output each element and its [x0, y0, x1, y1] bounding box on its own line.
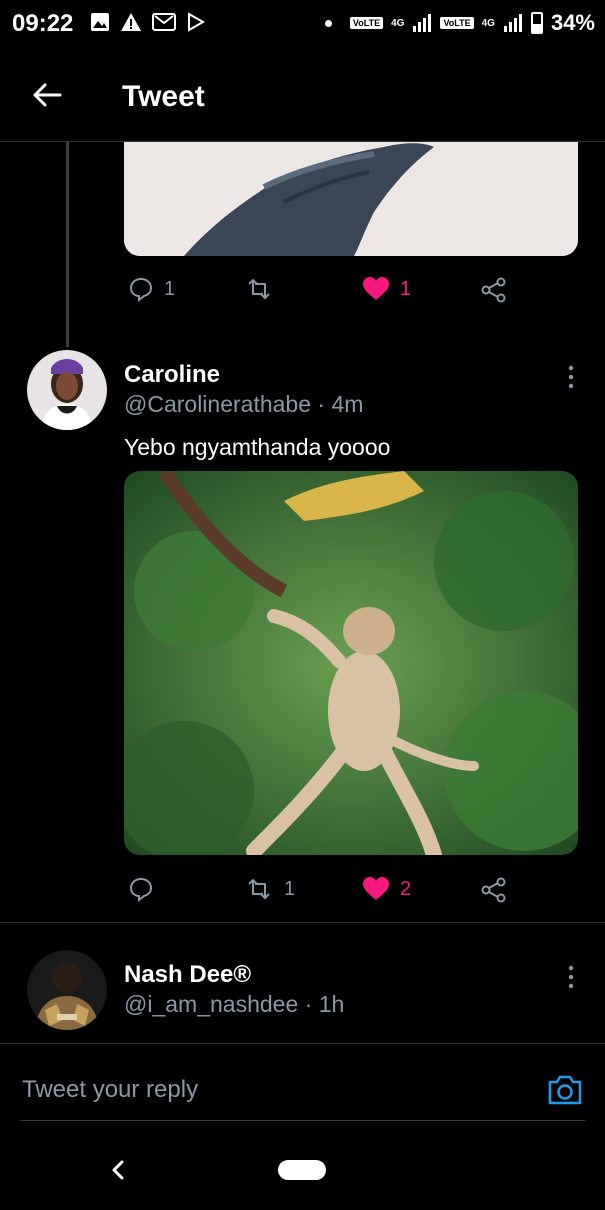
avatar-nash-dee[interactable]: [27, 950, 107, 1030]
warning-icon: [121, 13, 141, 31]
tweet-media-bird[interactable]: [124, 142, 578, 256]
timestamp: 4m: [331, 391, 364, 417]
reply-input[interactable]: Tweet your reply: [22, 1076, 198, 1104]
share-button[interactable]: [480, 876, 508, 904]
volte-badge-2: VoLTE: [440, 17, 474, 29]
reply-icon: [129, 877, 153, 902]
tweet-media-monkey[interactable]: [124, 471, 578, 855]
heart-filled-icon: [363, 877, 389, 900]
handle[interactable]: @Carolinerathabe: [124, 391, 311, 417]
bird-photo: [124, 142, 578, 256]
tweet-divider: [0, 922, 605, 923]
play-store-icon: [188, 12, 206, 32]
like-button[interactable]: 2: [362, 876, 411, 902]
tweet1-actions: 1 1: [124, 272, 524, 308]
retweet-icon: [248, 279, 270, 299]
handle[interactable]: @i_am_nashdee: [124, 991, 298, 1017]
handle-row: @i_am_nashdee · 1h: [124, 991, 344, 1018]
more-options-icon[interactable]: [566, 964, 576, 990]
volte-badge: VoLTE: [349, 17, 384, 29]
avatar-caroline[interactable]: [27, 350, 107, 430]
share-button[interactable]: [480, 276, 508, 304]
heart-filled-icon: [363, 277, 389, 300]
display-name[interactable]: Caroline: [124, 361, 220, 389]
status-time: 09:22: [12, 10, 74, 37]
thread-line: [66, 142, 69, 347]
reply-composer[interactable]: Tweet your reply: [0, 1043, 605, 1123]
top-app-bar: Tweet: [0, 50, 605, 142]
battery-icon: [530, 12, 543, 34]
like-button[interactable]: 1: [362, 276, 411, 302]
tweet2-actions: 1 2: [124, 872, 524, 908]
like-count: 2: [400, 877, 412, 900]
back-arrow-icon[interactable]: [30, 78, 64, 112]
reply-button[interactable]: [128, 876, 164, 902]
retweet-count: 1: [284, 877, 296, 900]
notification-icons: [90, 12, 206, 32]
timestamp: 1h: [318, 991, 345, 1017]
signal-icon: [413, 14, 432, 32]
handle-row: @Carolinerathabe · 4m: [124, 391, 363, 418]
share-icon: [481, 277, 506, 303]
system-icons: VoLTE 4G VoLTE 4G 34%: [324, 10, 595, 36]
camera-icon[interactable]: [547, 1072, 583, 1108]
reply-icon: [129, 277, 153, 302]
reply-input-underline: [20, 1120, 585, 1121]
avatar-image: [27, 950, 107, 1030]
battery-level: 34%: [550, 10, 595, 35]
share-icon: [481, 877, 506, 903]
reply-button[interactable]: 1: [128, 276, 175, 302]
display-name[interactable]: Nash Dee®: [124, 961, 251, 989]
signal-icon-2: [503, 14, 522, 32]
tweet-text: Yebo ngyamthanda yoooo: [124, 434, 391, 460]
status-bar: 09:22 VoLTE 4G VoLTE 4G 34%: [0, 0, 605, 50]
nav-back-icon[interactable]: [108, 1158, 128, 1182]
mail-icon: [152, 13, 176, 31]
system-navigation-bar: [0, 1130, 605, 1210]
nav-home-pill[interactable]: [278, 1160, 326, 1180]
reply-count: 1: [164, 277, 176, 300]
retweet-button[interactable]: 1: [244, 876, 295, 902]
retweet-button[interactable]: [244, 276, 284, 302]
more-options-icon[interactable]: [566, 364, 576, 390]
separator: ·: [311, 391, 332, 417]
separator: ·: [298, 991, 319, 1017]
avatar-image: [27, 350, 107, 430]
retweet-icon: [248, 879, 270, 899]
page-title: Tweet: [122, 80, 205, 113]
monkey-photo: [124, 471, 578, 855]
network-type: 4G: [391, 17, 405, 29]
gallery-icon: [91, 13, 109, 31]
like-count: 1: [400, 277, 412, 300]
dot-icon: [324, 19, 332, 27]
network-type-2: 4G: [481, 17, 495, 29]
